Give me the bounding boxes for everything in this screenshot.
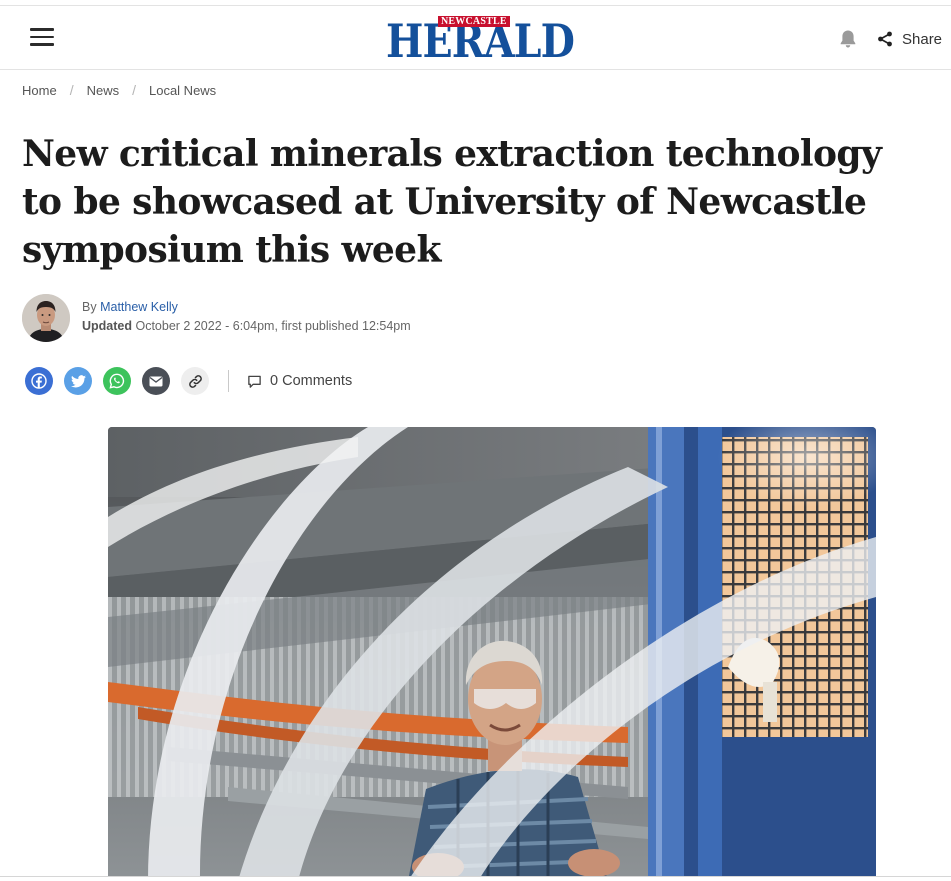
share-label: Share xyxy=(902,30,943,48)
comment-icon xyxy=(248,375,261,388)
copy-link-button[interactable] xyxy=(181,367,209,395)
share-button[interactable]: Share xyxy=(877,28,942,50)
author-link[interactable]: Matthew Kelly xyxy=(100,300,178,314)
updated-label: Updated xyxy=(82,319,132,333)
breadcrumb: Home / News / Local News xyxy=(22,82,216,98)
whatsapp-icon xyxy=(109,373,125,389)
by-prefix: By xyxy=(82,300,97,314)
divider xyxy=(228,370,229,392)
breadcrumb-separator: / xyxy=(69,82,74,98)
logo-kicker: NEWCASTLE xyxy=(438,16,510,27)
bell-icon[interactable] xyxy=(839,29,857,49)
facebook-icon xyxy=(31,373,47,389)
site-logo[interactable]: HERALD NEWCASTLE xyxy=(386,14,598,68)
facebook-share-button[interactable] xyxy=(25,367,53,395)
breadcrumb-separator: / xyxy=(132,82,136,98)
breadcrumb-home[interactable]: Home xyxy=(22,83,57,98)
publish-date: October 2 2022 - 6:04pm, first published… xyxy=(135,319,411,333)
link-icon xyxy=(188,374,202,388)
author-avatar[interactable] xyxy=(22,294,70,342)
article-hero-image[interactable] xyxy=(108,427,876,881)
byline: By Matthew Kelly Updated October 2 2022 … xyxy=(82,299,411,335)
comments-link[interactable]: 0 Comments xyxy=(247,373,352,389)
menu-icon[interactable] xyxy=(30,28,54,48)
email-share-button[interactable] xyxy=(142,367,170,395)
breadcrumb-local-news[interactable]: Local News xyxy=(149,83,216,98)
email-icon xyxy=(149,376,163,386)
whatsapp-share-button[interactable] xyxy=(103,367,131,395)
breadcrumb-news[interactable]: News xyxy=(87,83,120,98)
twitter-icon xyxy=(70,374,86,387)
comments-count: 0 Comments xyxy=(270,373,353,389)
share-icon xyxy=(878,31,892,47)
article-headline: New critical minerals extraction technol… xyxy=(22,133,882,271)
twitter-share-button[interactable] xyxy=(64,367,92,395)
bottom-edge xyxy=(0,876,951,881)
site-header: HERALD NEWCASTLE Share xyxy=(0,6,951,70)
share-bar: 0 Comments xyxy=(25,367,352,395)
